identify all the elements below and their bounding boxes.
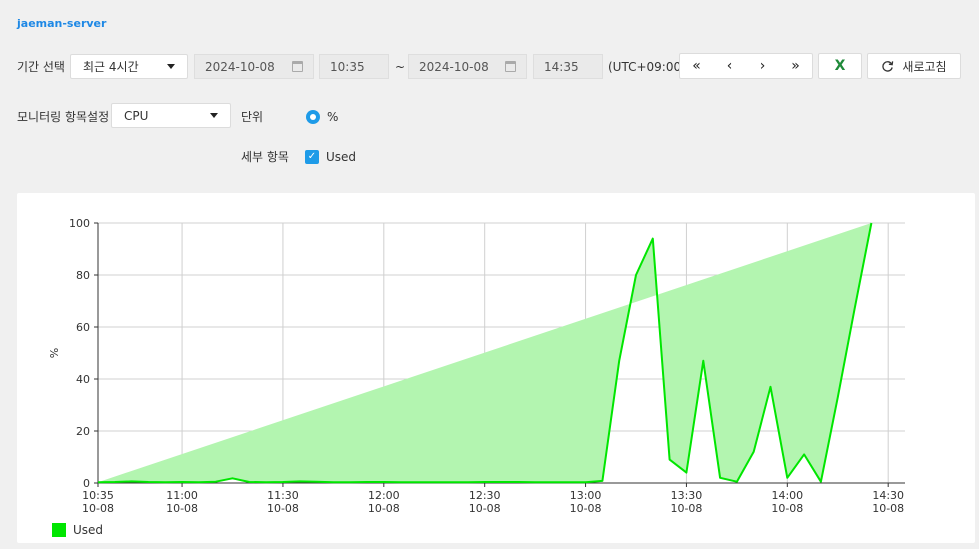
double-chevron-right-icon: » — [791, 58, 800, 74]
y-tick-label: 80 — [76, 269, 90, 282]
x-tick-label-time: 12:00 — [368, 489, 400, 502]
end-date-value: 2024-10-08 — [419, 59, 489, 74]
refresh-label: 새로고침 — [902, 59, 947, 74]
chevron-left-icon: ‹ — [726, 58, 733, 74]
x-tick-label-time: 13:00 — [570, 489, 602, 502]
chevron-down-icon — [167, 64, 175, 69]
x-tick-label-date: 10-08 — [570, 502, 602, 515]
x-tick-label-date: 10-08 — [771, 502, 803, 515]
x-tick-label-time: 12:30 — [469, 489, 501, 502]
period-label: 기간 선택 — [17, 60, 65, 74]
cpu-usage-chart: 02040608010010:3510-0811:0010-0811:3010-… — [48, 217, 905, 515]
x-tick-label-date: 10-08 — [166, 502, 198, 515]
y-tick-label: 100 — [69, 217, 90, 230]
detail-label: 세부 항목 — [241, 150, 289, 164]
x-tick-label-date: 10-08 — [872, 502, 904, 515]
detail-checkbox-label: Used — [326, 150, 357, 164]
start-time-field[interactable]: 10:35 — [319, 54, 389, 79]
x-tick-label-time: 10:35 — [82, 489, 114, 502]
end-time-field[interactable]: 14:35 — [533, 54, 603, 79]
detail-checkbox-used[interactable]: ✓ Used — [305, 150, 356, 164]
monitor-item-label: 모니터링 항목설정 — [17, 110, 110, 124]
end-time-value: 14:35 — [544, 59, 579, 74]
monitor-item-select[interactable]: CPU — [111, 103, 231, 128]
time-navigation: « ‹ › » — [679, 53, 813, 79]
x-tick-label-time: 14:30 — [872, 489, 904, 502]
monitor-item-value: CPU — [124, 108, 149, 123]
legend-swatch — [52, 523, 66, 537]
range-separator: ~ — [395, 60, 406, 74]
y-tick-label: 60 — [76, 321, 90, 334]
end-date-field[interactable]: 2024-10-08 — [408, 54, 527, 79]
unit-radio-label: % — [327, 110, 339, 124]
x-tick-label-time: 11:30 — [267, 489, 299, 502]
timezone-label: (UTC+09:00) — [608, 60, 686, 74]
first-page-button[interactable]: « — [680, 54, 713, 78]
x-tick-label-date: 10-08 — [368, 502, 400, 515]
y-tick-label: 20 — [76, 425, 90, 438]
server-name: jaeman-server — [17, 17, 107, 30]
refresh-button[interactable]: 새로고침 — [867, 53, 961, 79]
unit-label: 단위 — [241, 110, 264, 124]
excel-icon: X — [834, 58, 846, 74]
x-tick-label-time: 11:00 — [166, 489, 198, 502]
start-date-field[interactable]: 2024-10-08 — [194, 54, 314, 79]
excel-export-button[interactable]: X — [818, 53, 862, 79]
calendar-icon — [292, 61, 303, 72]
start-time-value: 10:35 — [330, 59, 365, 74]
chevron-right-icon: › — [759, 58, 766, 74]
radio-checked-icon — [306, 110, 320, 124]
start-date-value: 2024-10-08 — [205, 59, 275, 74]
calendar-icon — [505, 61, 516, 72]
unit-radio-percent[interactable]: % — [306, 110, 338, 124]
last-page-button[interactable]: » — [779, 54, 812, 78]
y-tick-label: 40 — [76, 373, 90, 386]
x-tick-label-date: 10-08 — [267, 502, 299, 515]
x-tick-label-date: 10-08 — [82, 502, 114, 515]
x-tick-label-time: 13:30 — [671, 489, 703, 502]
double-chevron-left-icon: « — [692, 58, 701, 74]
next-page-button[interactable]: › — [746, 54, 779, 78]
chevron-down-icon — [210, 113, 218, 118]
legend-label: Used — [73, 523, 104, 537]
period-preset-select[interactable]: 최근 4시간 — [70, 54, 188, 79]
x-tick-label-date: 10-08 — [469, 502, 501, 515]
chart-legend: Used — [52, 523, 103, 537]
period-preset-value: 최근 4시간 — [83, 60, 139, 74]
x-tick-label-date: 10-08 — [670, 502, 702, 515]
chart-panel: 0 20 40 60 80 100 10:35 10-08 11:00 10-08 11:30 10-… — [17, 193, 975, 543]
prev-page-button[interactable]: ‹ — [713, 54, 746, 78]
refresh-icon — [882, 60, 894, 72]
y-axis-label: % — [48, 348, 61, 358]
check-icon: ✓ — [305, 150, 319, 164]
x-tick-label-time: 14:00 — [771, 489, 803, 502]
